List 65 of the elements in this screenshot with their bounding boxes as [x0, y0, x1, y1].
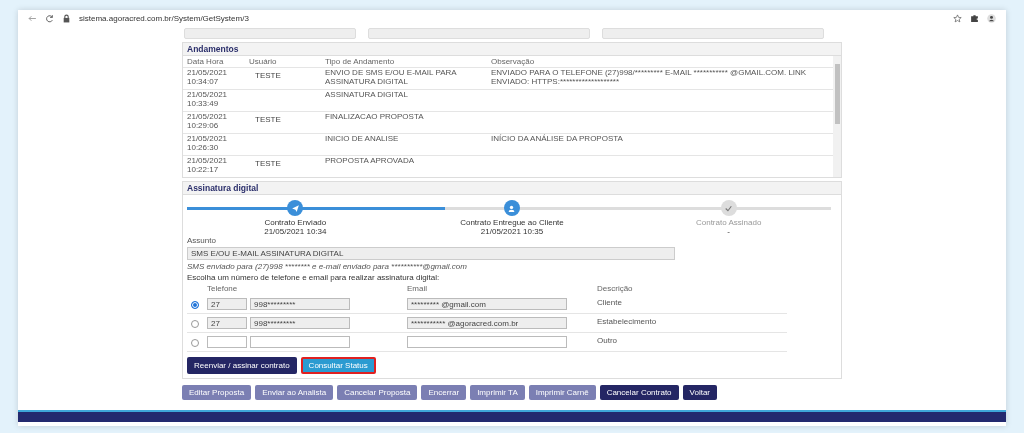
radio-button[interactable] [191, 301, 199, 309]
column-header: Descrição [597, 284, 634, 293]
area-code-field[interactable]: 27 [207, 317, 247, 329]
table-cell-text: 21/05/2021 10:22:17 [187, 157, 229, 175]
profile-icon[interactable] [987, 13, 996, 23]
lock-icon [62, 13, 71, 23]
table-cell-text: 21/05/2021 10:29:06 [187, 113, 229, 131]
field-label: Assunto [187, 236, 217, 245]
contact-description: Estabelecimento [597, 317, 658, 326]
column-header: Email [407, 284, 428, 293]
puzzle-icon[interactable] [970, 13, 979, 23]
table-cell-text: ENVIADO PARA O TELEFONE (27)998/********* E-MAIL *********** @GMAIL.COM. LINK ENVIADO: HTTPS:******************* [491, 69, 808, 87]
action-button[interactable]: Cancelar Contrato [599, 385, 679, 400]
reload-icon[interactable] [45, 13, 54, 23]
subject-field[interactable]: SMS E/OU E-MAIL ASSINATURA DIGITAL [187, 247, 675, 260]
table-cell-text: INICIO DE ANALISE [325, 135, 400, 144]
step-date: - [727, 227, 730, 236]
action-button[interactable]: Reenviar / assinar contrato [187, 357, 297, 374]
column-header: Usuário [249, 57, 278, 66]
table-cell-text: INÍCIO DA ANÁLISE DA PROPOSTA [491, 135, 624, 144]
input-field[interactable] [184, 28, 356, 39]
panel-title: Assinatura digital [183, 182, 841, 195]
step-label: Contrato Assinado [695, 218, 762, 227]
step-date: 21/05/2021 10:34 [264, 227, 327, 236]
email-field[interactable]: ********* @gmail.com [407, 298, 567, 310]
check-icon [724, 203, 734, 213]
step-label: Contrato Enviado [264, 218, 327, 227]
send-icon [290, 203, 300, 213]
column-header: Data Hora [187, 57, 225, 66]
phone-field[interactable]: 998********* [250, 298, 350, 310]
column-header: Tipo de Andamento [325, 57, 396, 66]
input-field[interactable] [368, 28, 590, 39]
email-field[interactable]: *********** @agoracred.com.br [407, 317, 567, 329]
area-code-field[interactable]: 27 [207, 298, 247, 310]
table-cell-text: 21/05/2021 10:33:49 [187, 91, 229, 109]
table-cell-text: ASSINATURA DIGITAL [325, 91, 409, 100]
area-code-field[interactable] [207, 336, 247, 348]
table-cell-text: TESTE [254, 114, 282, 125]
table-cell-text: 21/05/2021 10:26:30 [187, 135, 229, 153]
table-cell-text: ENVIO DE SMS E/OU E-MAIL PARA ASSINATURA DIGITAL [325, 69, 458, 87]
star-icon[interactable] [953, 13, 962, 23]
step-date: 21/05/2021 10:35 [480, 227, 544, 236]
table-cell-text: FINALIZACAO PROPOSTA [325, 113, 425, 122]
radio-button[interactable] [191, 339, 199, 347]
contact-description: Cliente [597, 298, 623, 307]
instruction-text: Escolha um número de telefone e email para realizar assinatura digital: [187, 273, 441, 282]
radio-button[interactable] [191, 320, 199, 328]
column-header: Observação [491, 57, 536, 66]
phone-field[interactable]: 998********* [250, 317, 350, 329]
panel-title: Andamentos [183, 43, 841, 56]
column-header: Telefone [207, 284, 239, 293]
table-cell-text: TESTE [254, 70, 282, 81]
email-field[interactable] [407, 336, 567, 348]
table-cell-text: 21/05/2021 10:34:07 [187, 69, 229, 87]
table-cell-text: PROPOSTA APROVADA [325, 157, 416, 166]
scrollbar[interactable] [833, 56, 841, 177]
input-field[interactable] [602, 28, 824, 39]
back-icon[interactable] [28, 13, 37, 23]
table-cell-text: TESTE [254, 158, 282, 169]
phone-field[interactable] [250, 336, 350, 348]
contact-description: Outro [597, 336, 618, 345]
sent-note: SMS enviado para (27)998 ******** e e-mail enviado para **********@gmail.com [187, 262, 468, 271]
action-button[interactable]: Voltar [682, 385, 718, 400]
url-text[interactable]: sistema.agoracred.com.br/System/GetSystem/3 [79, 13, 249, 23]
step-label: Contrato Entregue ao Cliente [460, 218, 564, 227]
